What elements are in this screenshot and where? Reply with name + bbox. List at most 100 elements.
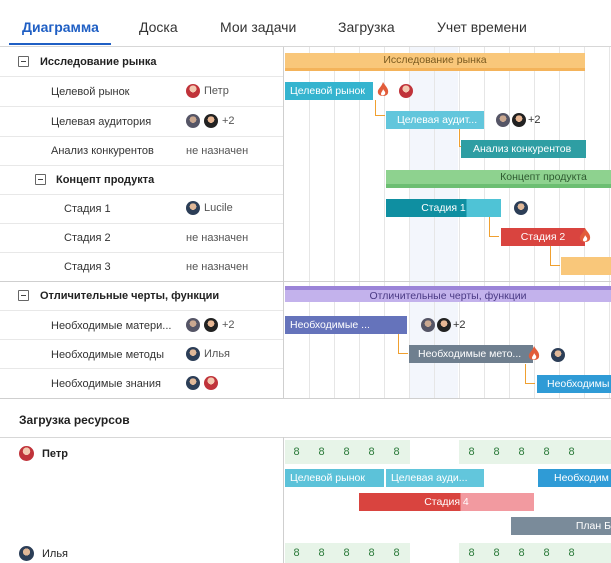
tab-bar: Диаграмма Доска Мои задачи Загрузка Учет…: [0, 0, 611, 46]
resource-person-name: Петр: [42, 447, 68, 460]
bar-assignees[interactable]: +2: [421, 318, 466, 332]
gantt-task-bar[interactable]: Необходимые мето...: [409, 345, 533, 363]
resource-person-row[interactable]: Илья: [19, 546, 68, 561]
hours-cell: 8: [468, 446, 475, 458]
assignee-more-count: +2: [222, 115, 235, 127]
fire-icon: [579, 228, 591, 242]
gantt-task-bar[interactable]: Целевой рынок: [285, 82, 373, 100]
task-label[interactable]: Необходимые методы: [51, 349, 164, 361]
hours-cell: 8: [368, 446, 375, 458]
assignee-more-count: +2: [528, 114, 541, 126]
avatar: [19, 446, 34, 461]
avatar: [512, 113, 526, 127]
hours-cell: 8: [543, 547, 550, 559]
task-assignee[interactable]: не назначен: [186, 261, 248, 273]
row-divider: [0, 339, 283, 340]
avatar: [19, 546, 34, 561]
gantt-task-bar[interactable]: Стадия 1: [386, 199, 501, 217]
gantt-task-bar[interactable]: Целевая аудит...: [386, 111, 484, 129]
collapse-toggle[interactable]: [18, 56, 29, 67]
task-assignee[interactable]: не назначен: [186, 232, 248, 244]
task-label[interactable]: Стадия 1: [64, 203, 111, 215]
hours-cell: 8: [318, 547, 325, 559]
collapse-toggle[interactable]: [35, 174, 46, 185]
dependency-connector: [489, 217, 499, 237]
row-divider: [0, 136, 283, 137]
tab-time-tracking[interactable]: Учет времени: [437, 19, 527, 35]
group-title-product-concept[interactable]: Концепт продукта: [56, 174, 154, 186]
hours-cell: 8: [343, 547, 350, 559]
hours-cell: 8: [368, 547, 375, 559]
workload-task-bar[interactable]: Целевой рынок: [285, 469, 384, 487]
workload-task-bar[interactable]: План Б: [511, 517, 611, 535]
task-label[interactable]: Анализ конкурентов: [51, 145, 154, 157]
workload-task-bar[interactable]: Стадия 4: [359, 493, 534, 511]
task-label[interactable]: Необходимые знания: [51, 378, 161, 390]
grid-divider: [283, 47, 284, 398]
row-divider: [0, 106, 283, 107]
avatar: [437, 318, 451, 332]
gantt-task-bar[interactable]: Анализ конкурентов: [461, 140, 586, 158]
task-assignee[interactable]: +2: [186, 318, 235, 332]
row-divider: [0, 46, 611, 47]
hours-cell: 8: [393, 446, 400, 458]
task-label[interactable]: Стадия 3: [64, 261, 111, 273]
assignee-name: не назначен: [186, 232, 249, 244]
hours-cell: 8: [493, 547, 500, 559]
grid-divider: [283, 437, 284, 563]
tab-workload[interactable]: Загрузка: [338, 19, 395, 35]
gantt-group-bar[interactable]: Концепт продукта: [386, 170, 611, 184]
hours-cell: 8: [518, 547, 525, 559]
avatar: [204, 114, 218, 128]
gantt-task-bar[interactable]: Необходимые ...: [285, 316, 407, 334]
row-divider: [0, 165, 283, 166]
avatar: [204, 318, 218, 332]
task-assignee[interactable]: +2: [186, 114, 235, 128]
row-divider: [0, 76, 283, 77]
fire-icon: [377, 82, 389, 96]
gantt-group-bar[interactable]: Отличительные черты, функции: [285, 290, 611, 302]
hours-cell: 8: [293, 547, 300, 559]
task-label[interactable]: Стадия 2: [64, 232, 111, 244]
tab-board[interactable]: Доска: [139, 19, 178, 35]
gantt-task-bar[interactable]: Необходимы: [537, 375, 611, 393]
workload-task-bar[interactable]: Целевая ауди...: [386, 469, 484, 487]
assignee-name: Илья: [204, 348, 231, 360]
assignee-name: не назначен: [186, 145, 249, 157]
task-assignee[interactable]: [186, 376, 218, 390]
tab-diagram[interactable]: Диаграмма: [22, 19, 99, 35]
task-label[interactable]: Целевая аудитория: [51, 116, 151, 128]
avatar: [496, 113, 510, 127]
gantt-task-bar[interactable]: Стадия 2: [501, 228, 585, 246]
row-divider: [0, 223, 283, 224]
active-tab-indicator: [9, 43, 111, 45]
task-assignee[interactable]: не назначен: [186, 145, 248, 157]
hours-cell: 8: [568, 547, 575, 559]
avatar: [186, 201, 200, 215]
workload-task-bar[interactable]: Необходим: [538, 469, 611, 487]
group-title-distinctive-features[interactable]: Отличительные черты, функции: [40, 290, 219, 302]
assignee-name: не назначен: [186, 261, 249, 273]
hours-cell: 8: [343, 446, 350, 458]
row-divider: [0, 252, 283, 253]
resource-person-name: Илья: [42, 547, 69, 560]
hours-cell: 8: [493, 446, 500, 458]
bar-assignees[interactable]: +2: [496, 113, 541, 127]
task-label[interactable]: Целевой рынок: [51, 86, 130, 98]
assignee-name: Lucile: [204, 202, 233, 214]
group-title-market-research[interactable]: Исследование рынка: [40, 56, 157, 68]
row-divider: [0, 437, 611, 438]
tab-my-tasks[interactable]: Мои задачи: [220, 19, 296, 35]
task-assignee[interactable]: Илья: [186, 347, 230, 361]
grid-column-line: [559, 47, 560, 398]
task-assignee[interactable]: Lucile: [186, 201, 233, 215]
assignee-more-count: +2: [222, 319, 235, 331]
task-assignee[interactable]: Петр: [186, 84, 229, 98]
gantt-task-bar[interactable]: [561, 257, 611, 275]
avatar: [186, 376, 200, 390]
gantt-group-bar[interactable]: Исследование рынка: [285, 53, 585, 68]
avatar: [186, 114, 200, 128]
task-label[interactable]: Необходимые матери...: [51, 320, 171, 332]
collapse-toggle[interactable]: [18, 290, 29, 301]
resource-person-row[interactable]: Петр: [19, 446, 68, 461]
